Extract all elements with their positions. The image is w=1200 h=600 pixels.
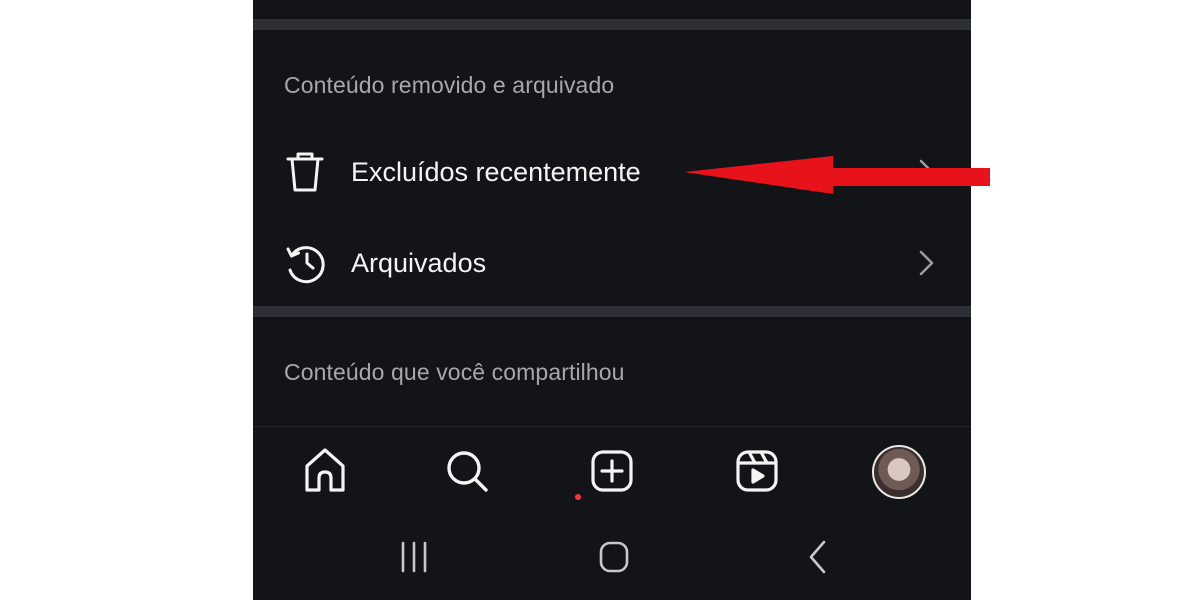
bottom-nav-border [253,426,971,427]
home-icon [305,448,345,492]
notification-dot [575,494,581,500]
nav-profile-avatar[interactable] [872,445,926,499]
settings-screen: Conteúdo removido e arquivado Excluídos … [253,0,971,600]
section-divider [253,19,971,30]
chevron-right-icon [917,249,937,277]
back-icon [809,540,826,574]
section-title-shared: Conteúdo que você compartilhou [284,359,625,385]
section-title-removed-archived: Conteúdo removido e arquivado [284,72,615,98]
history-icon [285,241,325,285]
menu-item-recently-deleted[interactable]: Excluídos recentemente [253,136,971,208]
search-icon [447,451,488,492]
nav-create-button[interactable] [582,446,642,502]
recents-button[interactable] [395,535,435,579]
system-home-button[interactable] [594,535,634,579]
chevron-right-icon [917,158,937,186]
trash-icon [285,150,325,194]
menu-item-archived[interactable]: Arquivados [253,227,971,299]
recents-icon [401,541,427,573]
menu-item-label: Excluídos recentemente [351,157,641,187]
nav-search-button[interactable] [437,446,497,502]
section-divider [253,306,971,317]
reels-icon [736,450,778,492]
nav-home-button[interactable] [295,446,355,502]
plus-square-icon [591,450,633,492]
home-circle-icon [599,541,629,573]
back-button[interactable] [798,535,838,579]
nav-reels-button[interactable] [727,446,787,502]
menu-item-label: Arquivados [351,248,487,278]
